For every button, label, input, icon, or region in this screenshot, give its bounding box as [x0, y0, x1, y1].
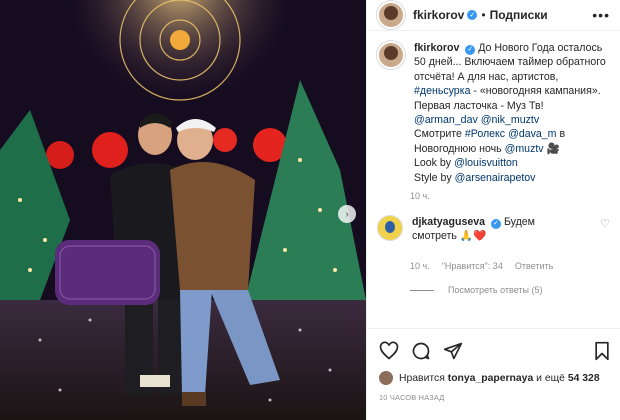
likes-prefix: Нравится — [399, 372, 445, 384]
mention-link[interactable]: @louisvuitton — [454, 157, 518, 169]
liker-avatar[interactable] — [379, 371, 393, 385]
mention-link[interactable]: @muztv — [505, 143, 544, 155]
likes-mid: и ещё — [536, 372, 565, 384]
hashtag-link[interactable]: #Ролекс — [465, 128, 505, 140]
comment-item: djkatyaguseva ✓ Будем смотреть 🙏❤️ ♡ — [377, 215, 610, 243]
view-replies[interactable]: Посмотреть ответы (5) — [410, 285, 610, 295]
verified-icon: ✓ — [465, 45, 476, 56]
mention-link[interactable]: @arsenairapetov — [455, 172, 536, 184]
comment-text: djkatyaguseva ✓ Будем смотреть 🙏❤️ — [412, 215, 582, 243]
caption-time: 10 ч. — [410, 191, 430, 202]
comments-area: fkirkorov ✓ До Нового Года осталось 50 д… — [367, 31, 620, 303]
post-photo[interactable]: › — [0, 0, 366, 420]
action-icons — [367, 329, 620, 365]
caption: fkirkorov ✓ До Нового Года осталось 50 д… — [377, 41, 610, 185]
verified-icon: ✓ — [467, 10, 478, 20]
author-avatar[interactable] — [377, 1, 405, 29]
next-photo-button[interactable]: › — [338, 205, 356, 223]
separator-dot: • — [481, 8, 486, 22]
author-username[interactable]: fkirkorov — [413, 8, 464, 22]
post-actions: Нравится tonya_papernaya и ещё 54 328 10… — [367, 328, 620, 402]
caption-text: fkirkorov ✓ До Нового Года осталось 50 д… — [414, 41, 608, 185]
likes-summary: Нравится tonya_papernaya и ещё 54 328 — [367, 365, 620, 385]
post-sidebar: fkirkorov ✓ • Подписки ••• fkirkorov ✓ Д… — [366, 0, 620, 420]
verified-icon: ✓ — [490, 219, 501, 230]
comment-emoji: 🙏❤️ — [459, 230, 487, 243]
reply-button[interactable]: Ответить — [515, 261, 553, 271]
post-header: fkirkorov ✓ • Подписки ••• — [367, 0, 620, 31]
caption-avatar[interactable] — [377, 41, 405, 69]
mention-link[interactable]: @dava_m — [508, 128, 556, 140]
replies-line — [410, 289, 434, 291]
caption-username[interactable]: fkirkorov — [414, 42, 459, 54]
following-button[interactable]: Подписки — [490, 8, 548, 22]
camera-emoji: 🎥 — [546, 142, 560, 155]
liker-username[interactable]: tonya_papernaya — [448, 373, 533, 384]
likes-count[interactable]: 54 328 — [568, 373, 600, 384]
bookmark-icon[interactable] — [593, 341, 611, 361]
instagram-post: › fkirkorov ✓ • Подписки ••• fkirkorov ✓… — [0, 0, 620, 420]
commenter-username[interactable]: djkatyaguseva — [412, 216, 485, 228]
comment-time: 10 ч. — [410, 261, 430, 272]
more-options-icon[interactable]: ••• — [592, 7, 610, 23]
view-replies-label[interactable]: Посмотреть ответы (5) — [448, 285, 543, 295]
hashtag-link[interactable]: #деньсурка — [414, 85, 470, 97]
caption-part: Style by — [414, 171, 455, 184]
comment-icon[interactable] — [411, 341, 431, 361]
commenter-avatar[interactable] — [377, 215, 403, 242]
like-icon[interactable] — [379, 341, 399, 361]
comment-like-icon[interactable]: ♡ — [600, 217, 610, 230]
mention-link[interactable]: @arman_dav — [414, 114, 478, 126]
comment-likes[interactable]: "Нравится": 34 — [442, 261, 503, 271]
photo-illustration — [0, 0, 366, 420]
comment-meta: 10 ч. "Нравится": 34 Ответить — [410, 261, 610, 271]
caption-part: Look by — [414, 157, 455, 170]
post-timestamp: 10 ЧАСОВ НАЗАД — [379, 393, 445, 402]
chevron-right-icon: › — [345, 208, 349, 220]
share-icon[interactable] — [443, 341, 463, 361]
caption-part: Смотрите — [414, 128, 465, 141]
mention-link[interactable]: @nik_muztv — [481, 114, 539, 126]
